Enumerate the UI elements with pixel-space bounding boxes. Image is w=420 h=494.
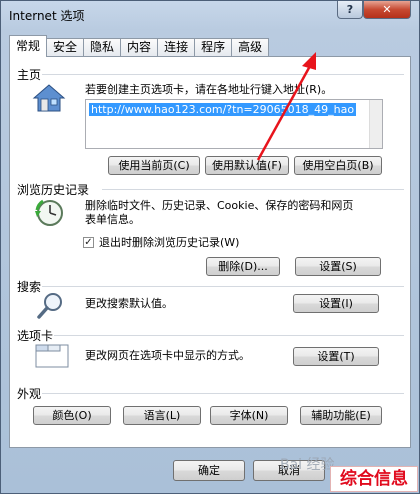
home-instruction-text: 若要创建主页选项卡，请在各地址行键入地址(R)。 <box>85 83 333 96</box>
use-blank-button[interactable]: 使用空白页(B) <box>294 156 382 175</box>
colors-button[interactable]: 颜色(O) <box>33 406 111 425</box>
history-description-line1: 删除临时文件、历史记录、Cookie、保存的密码和网页 <box>85 199 354 212</box>
tab-window-icon <box>35 344 69 368</box>
fonts-button[interactable]: 字体(N) <box>210 406 288 425</box>
tab-connections[interactable]: 连接 <box>157 38 196 57</box>
tabs-description: 更改网页在选项卡中显示的方式。 <box>85 349 250 362</box>
tab-content[interactable]: 内容 <box>120 38 159 57</box>
ok-button[interactable]: 确定 <box>173 460 245 481</box>
history-description-line2: 表单信息。 <box>85 213 140 226</box>
url-scrollbar[interactable] <box>369 100 382 148</box>
search-settings-button[interactable]: 设置(I) <box>293 294 379 313</box>
history-section-title: 浏览历史记录 <box>17 183 90 197</box>
title-bar[interactable]: Internet 选项 ? ✕ <box>1 1 419 29</box>
magnifier-icon <box>37 293 62 319</box>
tabs-section-divider <box>54 335 404 336</box>
internet-options-dialog: Internet 选项 ? ✕ 常规 安全 隐私 内容 连接 程序 高级 主页 … <box>0 0 420 494</box>
use-default-button[interactable]: 使用默认值(F) <box>205 156 289 175</box>
delete-on-exit-checkbox[interactable]: ✓ <box>83 237 94 248</box>
appearance-section-divider <box>42 393 404 394</box>
help-button[interactable]: ? <box>337 1 363 19</box>
window-title: Internet 选项 <box>9 9 85 23</box>
home-section-divider <box>42 74 404 75</box>
clock-history-icon <box>35 199 63 226</box>
tab-privacy[interactable]: 隐私 <box>83 38 122 57</box>
search-section-divider <box>42 286 404 287</box>
accessibility-button[interactable]: 辅助功能(E) <box>300 406 382 425</box>
use-current-button[interactable]: 使用当前页(C) <box>108 156 200 175</box>
languages-button[interactable]: 语言(L) <box>123 406 201 425</box>
tab-strip: 常规 安全 隐私 内容 连接 程序 高级 <box>9 35 270 57</box>
tab-advanced[interactable]: 高级 <box>231 38 270 57</box>
tab-general[interactable]: 常规 <box>9 35 48 57</box>
delete-on-exit-label: 退出时删除浏览历史记录(W) <box>99 236 240 249</box>
house-icon <box>32 84 66 112</box>
general-tab-panel: 主页 若要创建主页选项卡，请在各地址行键入地址(R)。 http://www.h… <box>9 56 411 448</box>
history-section-divider <box>102 189 404 190</box>
tab-security[interactable]: 安全 <box>46 38 85 57</box>
home-section-title: 主页 <box>17 68 42 82</box>
appearance-section-title: 外观 <box>17 387 42 401</box>
history-settings-button[interactable]: 设置(S) <box>295 257 381 276</box>
search-description: 更改搜索默认值。 <box>85 297 173 310</box>
delete-history-button[interactable]: 删除(D)... <box>206 257 280 276</box>
home-page-url-value: http://www.hao123.com/?tn=29065018_49_ha… <box>89 103 357 116</box>
baidu-jingyan-watermark: Bai 经验 <box>280 457 335 473</box>
brand-watermark: 综合信息 <box>330 466 418 492</box>
tabs-settings-button[interactable]: 设置(T) <box>293 347 379 366</box>
close-button[interactable]: ✕ <box>363 1 411 19</box>
tab-programs[interactable]: 程序 <box>194 38 233 57</box>
home-page-url-textarea[interactable]: http://www.hao123.com/?tn=29065018_49_ha… <box>85 99 383 149</box>
